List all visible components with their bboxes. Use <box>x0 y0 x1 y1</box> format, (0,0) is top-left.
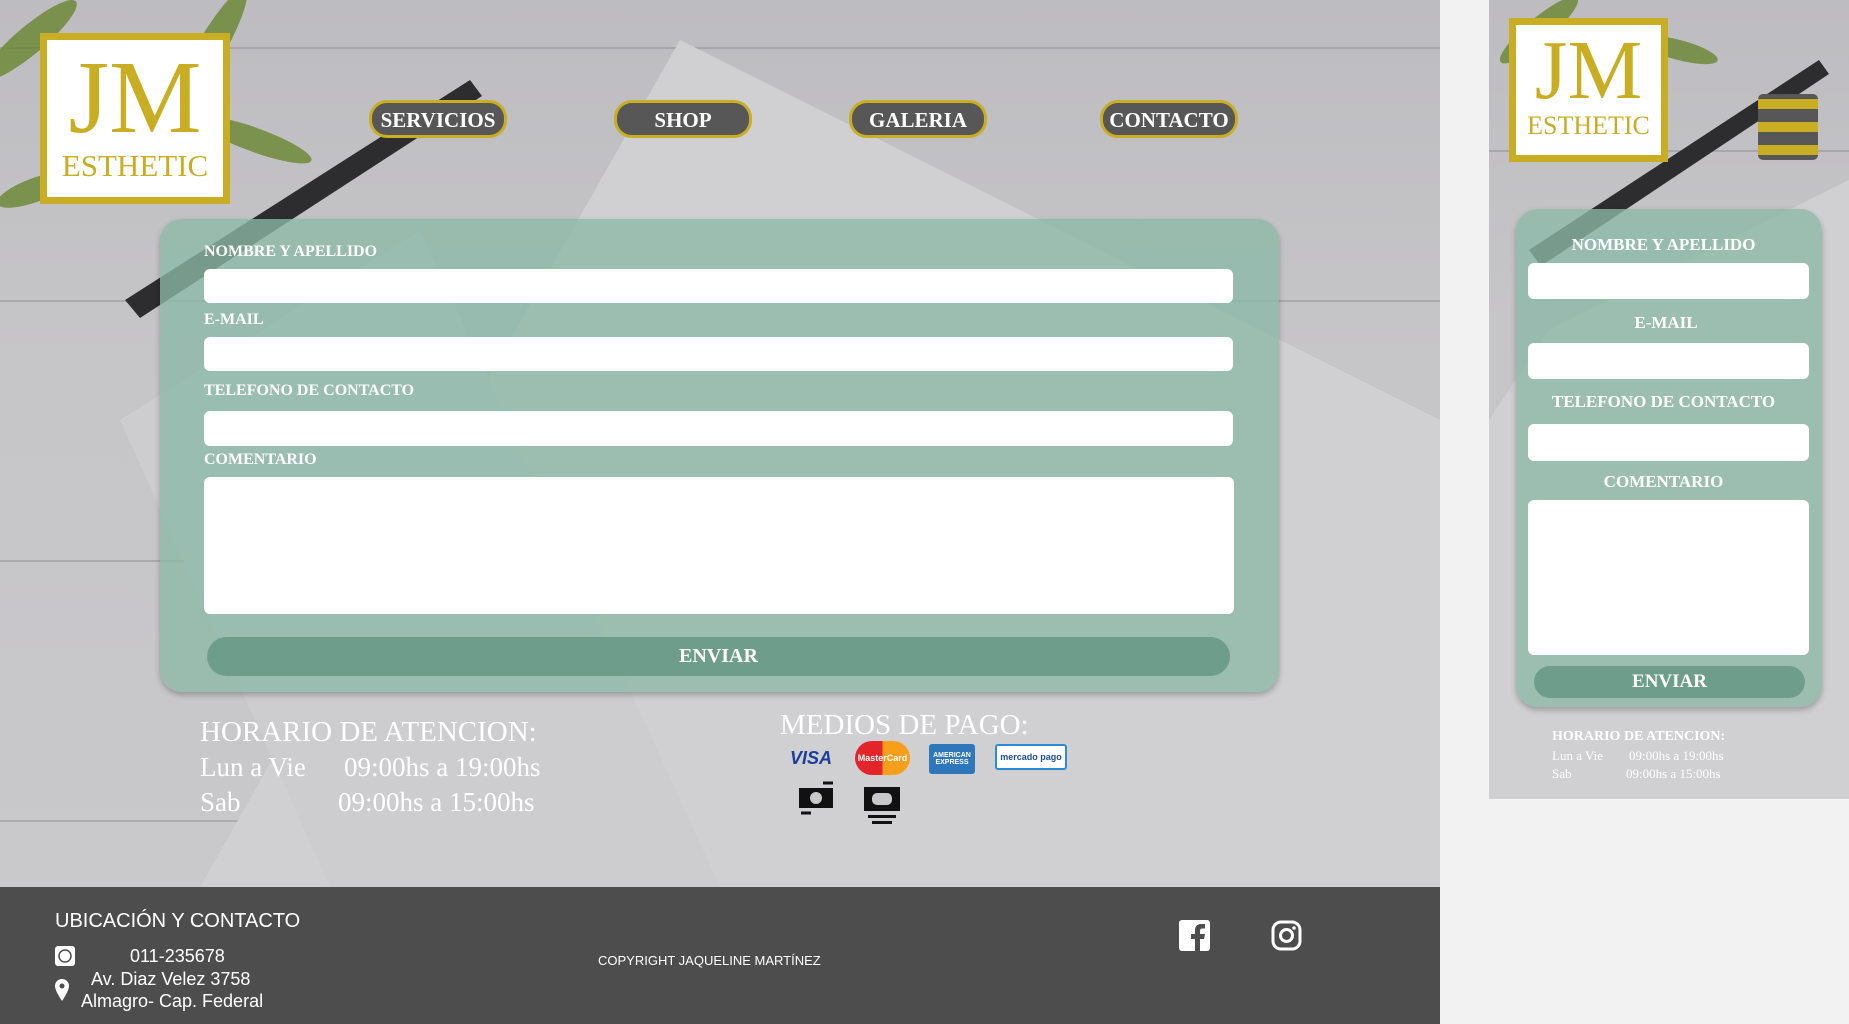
facebook-icon[interactable] <box>1179 920 1210 951</box>
copyright: COPYRIGHT JAQUELINE MARTÍNEZ <box>598 953 821 968</box>
hours-days-weekdays: Lun a Vie <box>200 752 306 782</box>
footer-address-line1: Av. Diaz Velez 3758 <box>91 969 251 989</box>
mobile-comment-textarea[interactable] <box>1528 500 1809 655</box>
cash-exchange-icon <box>799 781 833 815</box>
visa-icon: VISA <box>789 747 832 768</box>
phone-label: TELEFONO DE CONTACTO <box>204 382 415 399</box>
submit-button[interactable]: ENVIAR <box>207 637 1230 676</box>
mobile-phone-input[interactable] <box>1528 424 1809 461</box>
logo[interactable]: JM ESTHETIC <box>40 33 230 204</box>
hamburger-bar <box>1758 99 1818 109</box>
mobile-phone-label: TELEFONO DE CONTACTO <box>1551 392 1776 411</box>
mobile-hours-days-saturday: Sab <box>1552 766 1572 781</box>
nav-galeria[interactable]: GALERIA <box>849 100 987 138</box>
mobile-hours-time-weekdays: 09:00hs a 19:00hs <box>1629 748 1724 763</box>
hamburger-menu-button[interactable] <box>1758 94 1818 160</box>
payment-title: MEDIOS DE PAGO: <box>780 709 1029 741</box>
nav-servicios[interactable]: SERVICIOS <box>369 100 507 138</box>
footer-phone: 011-235678 <box>130 946 225 966</box>
footer-title: UBICACIÓN Y CONTACTO <box>55 910 301 932</box>
hours-days-saturday: Sab <box>200 787 241 817</box>
mercadopago-icon: mercado pago <box>995 744 1067 770</box>
mobile-hours-title: HORARIO DE ATENCION: <box>1552 729 1726 744</box>
location-pin-icon <box>55 979 69 1001</box>
whatsapp-icon[interactable] <box>55 946 75 966</box>
hamburger-bar <box>1758 122 1818 132</box>
name-label: NOMBRE Y APELLIDO <box>204 243 378 260</box>
mobile-email-input[interactable] <box>1528 343 1809 379</box>
mobile-hours-days-weekdays: Lun a Vie <box>1552 748 1603 763</box>
hamburger-bar <box>1758 145 1818 155</box>
mobile-name-label: NOMBRE Y APELLIDO <box>1571 235 1756 254</box>
hours-time-saturday: 09:00hs a 15:00hs <box>338 787 535 817</box>
instagram-icon[interactable] <box>1271 920 1302 951</box>
nav-shop[interactable]: SHOP <box>614 100 752 138</box>
mobile-name-input[interactable] <box>1528 263 1809 299</box>
comment-label: COMENTARIO <box>204 451 317 468</box>
mobile-submit-button[interactable]: ENVIAR <box>1534 666 1805 698</box>
mobile-email-label: E-MAIL <box>1634 313 1698 332</box>
cash-icon <box>864 787 900 824</box>
amex-icon: AMERICAN EXPRESS <box>929 744 975 774</box>
mobile-logo[interactable]: JM ESTHETIC <box>1509 18 1668 162</box>
mobile-comment-label: COMENTARIO <box>1603 472 1724 491</box>
email-input[interactable] <box>204 337 1233 371</box>
footer-address-line2: Almagro- Cap. Federal <box>81 991 264 1011</box>
comment-textarea[interactable] <box>204 477 1234 614</box>
mobile-hours-time-saturday: 09:00hs a 15:00hs <box>1626 766 1721 781</box>
phone-input[interactable] <box>204 411 1233 446</box>
footer: UBICACIÓN Y CONTACTO 011-235678 Av. Diaz… <box>0 887 1440 1024</box>
mastercard-icon: MasterCard <box>855 741 910 775</box>
hours-title: HORARIO DE ATENCION: <box>200 716 537 748</box>
hours-time-weekdays: 09:00hs a 19:00hs <box>344 752 541 782</box>
email-label: E-MAIL <box>204 311 264 328</box>
nav-contacto[interactable]: CONTACTO <box>1100 100 1238 138</box>
name-input[interactable] <box>204 269 1233 303</box>
